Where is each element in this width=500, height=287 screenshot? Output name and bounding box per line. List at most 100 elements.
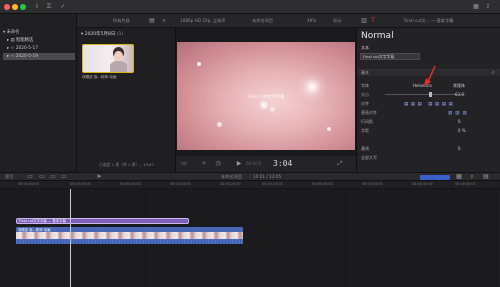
timecode-display: 3:04	[273, 159, 293, 168]
title-clip[interactable]: Final cut文字字幕 — 基本字幕	[16, 218, 189, 224]
select-tool-icon[interactable]: ➤	[95, 173, 103, 181]
minimize-window-button[interactable]	[12, 4, 18, 10]
share-icon[interactable]: ⇪	[484, 3, 492, 11]
timeline-position: 10:01 / 13:05	[253, 174, 282, 179]
font-style-select[interactable]: 常规体	[453, 83, 465, 89]
key-icon[interactable]: ⚿	[45, 3, 53, 11]
filmstrip-icon[interactable]: ▤	[148, 17, 156, 25]
project-name: 未命名项目	[252, 18, 273, 23]
video-clip[interactable]: 双眼皮 饭...粉饰 动画	[16, 227, 243, 244]
zoom-icon[interactable]: ⌕	[468, 173, 476, 181]
insert-icon[interactable]: ▭	[38, 173, 46, 181]
play-icon[interactable]: ▶	[235, 160, 243, 168]
annotation-arrow-icon	[424, 65, 436, 86]
close-window-button[interactable]	[4, 4, 10, 10]
video-filmstrip	[16, 232, 243, 239]
search-icon[interactable]: ⌕	[160, 17, 168, 25]
timeline-project-name: 未命名项目	[221, 174, 242, 179]
size-slider-handle[interactable]	[429, 92, 432, 97]
ruler-label: 00:00:25:00	[262, 182, 283, 186]
viewer: Final cut文字字幕 ▭ ✧ ◷ ▶ 00:00:0 3:04 ⤢	[176, 28, 356, 172]
grid-icon[interactable]: ▦	[472, 3, 480, 11]
playhead[interactable]	[70, 189, 71, 287]
vertical-align-label: 垂直对齐	[361, 110, 377, 115]
clip-label: 双眼皮 饭...粉饰 动画	[82, 75, 117, 79]
inspector-title-label: Final cut文... — 基本字幕	[404, 18, 454, 23]
checkmark-icon[interactable]: ✓	[59, 3, 67, 11]
ruler-label: 00:00:05:00	[70, 182, 91, 186]
line-spacing-value[interactable]: 0	[458, 119, 461, 125]
text-field[interactable]: Final cut文字字幕	[360, 53, 420, 60]
baseline-value[interactable]: 0	[458, 146, 461, 152]
inspector-icon[interactable]: ▥	[360, 17, 368, 25]
format-label: 1080p HD 25p, 立体声	[180, 18, 226, 23]
tracking-value[interactable]: 0 %	[458, 128, 466, 134]
inspector-title: Normal	[361, 31, 394, 41]
water-droplet	[327, 127, 331, 131]
size-value[interactable]: 63.0	[455, 92, 464, 98]
library-label: 未命名	[6, 30, 20, 35]
vertical-align-buttons[interactable]: ▥▥▥	[448, 111, 470, 116]
filter-label[interactable]: 所有片段	[113, 17, 130, 25]
index-button[interactable]: 索引	[5, 173, 13, 181]
water-droplet	[217, 122, 222, 127]
date-header: ▾ 2020年5月8日 (1)	[81, 32, 124, 37]
ruler-label: 00:00:30:00	[312, 182, 333, 186]
ruler-label: 00:00:10:00	[120, 182, 141, 186]
effects-icon[interactable]: ▤	[482, 173, 490, 181]
clip-appearance-icon[interactable]: ▦	[455, 173, 463, 181]
transform-icon[interactable]: ▭	[180, 160, 188, 168]
clip-thumbnail[interactable]	[82, 44, 134, 73]
append-icon[interactable]: ▭	[26, 173, 34, 181]
all-caps-label: 全部大写	[361, 155, 377, 160]
title-bar: ⇩ ⚿ ✓ ▦ ⇪	[0, 0, 500, 14]
maximize-window-button[interactable]	[20, 4, 26, 10]
browser-footer: 已选定 1 项（共 1 项），13:07	[99, 162, 154, 167]
alignment-buttons[interactable]: ▤▤▤ ▤▤▤▤	[404, 102, 455, 107]
size-slider[interactable]	[385, 94, 465, 95]
font-label: 字体	[361, 83, 369, 88]
library-item-smart[interactable]: ▸ ▤ 智能精选	[3, 37, 75, 44]
clip-browser: ▾ 2020年5月8日 (1) 双眼皮 饭...粉饰 动画 已选定 1 项（共 …	[77, 28, 176, 172]
water-droplet	[270, 107, 275, 112]
viewer-controls: ▭ ✧ ◷ ▶ 00:00:0 3:04 ⤢	[176, 156, 356, 172]
ruler-label: 00:00:20:00	[220, 182, 241, 186]
alignment-label: 对齐	[361, 101, 369, 106]
fullscreen-icon[interactable]: ⤢	[336, 160, 344, 168]
connect-icon[interactable]: ▭	[60, 173, 68, 181]
library-sidebar: ▾ 未命名 ▸ ▤ 智能精选 ▸ ☆ 2020-5-17 ▸ ☆ 2020-5-…	[0, 14, 77, 172]
library-item-root[interactable]: ▾ 未命名	[3, 29, 75, 36]
library-label: 智能精选	[15, 38, 34, 43]
size-label: 大小	[361, 92, 369, 97]
library-label: 2020-5-17	[15, 46, 38, 51]
tracking-label: 字距	[361, 128, 369, 133]
library-item-event-1[interactable]: ▸ ☆ 2020-5-17	[3, 45, 75, 52]
timecode-prefix: 00:00:0	[246, 161, 262, 166]
timeline-ruler[interactable]: 00:00:00:00 00:00:05:00 00:00:10:00 00:0…	[0, 181, 500, 189]
enhance-icon[interactable]: ✧	[200, 160, 208, 168]
audio-skimming-toggle[interactable]	[420, 175, 450, 180]
line-spacing-label: 行间距	[361, 119, 373, 124]
library-label: 2020-5-19	[15, 54, 38, 59]
speed-icon[interactable]: ◷	[214, 160, 222, 168]
inspector: Normal 文本 Final cut文字字幕 基本 ↺ 字体 Helvetic…	[356, 28, 500, 172]
water-droplet	[197, 62, 201, 66]
date-label: 2020年5月8日	[84, 32, 116, 37]
basic-section-header: 基本	[361, 70, 369, 75]
zoom-level[interactable]: 49%	[307, 17, 316, 25]
library-item-event-2[interactable]: ▸ ☆ 2020-5-19	[3, 53, 75, 60]
reset-icon[interactable]: ↺	[491, 70, 494, 76]
ruler-label: 00:00:35:00	[362, 182, 383, 186]
portrait-body	[110, 61, 127, 72]
ruler-label: 00:00:00:00	[18, 182, 39, 186]
water-droplet	[259, 100, 269, 110]
viewer-frame[interactable]: Final cut文字字幕	[177, 42, 355, 150]
clip-count: (1)	[116, 32, 124, 37]
text-section-header[interactable]: 文本	[361, 45, 369, 51]
overwrite-icon[interactable]: ▭	[49, 173, 57, 181]
title-overlay[interactable]: Final cut文字字幕	[177, 94, 355, 100]
import-icon[interactable]: ⇩	[33, 3, 41, 11]
baseline-label: 基线	[361, 146, 369, 151]
view-menu[interactable]: 显示	[333, 17, 341, 25]
text-icon[interactable]: T	[369, 17, 377, 25]
